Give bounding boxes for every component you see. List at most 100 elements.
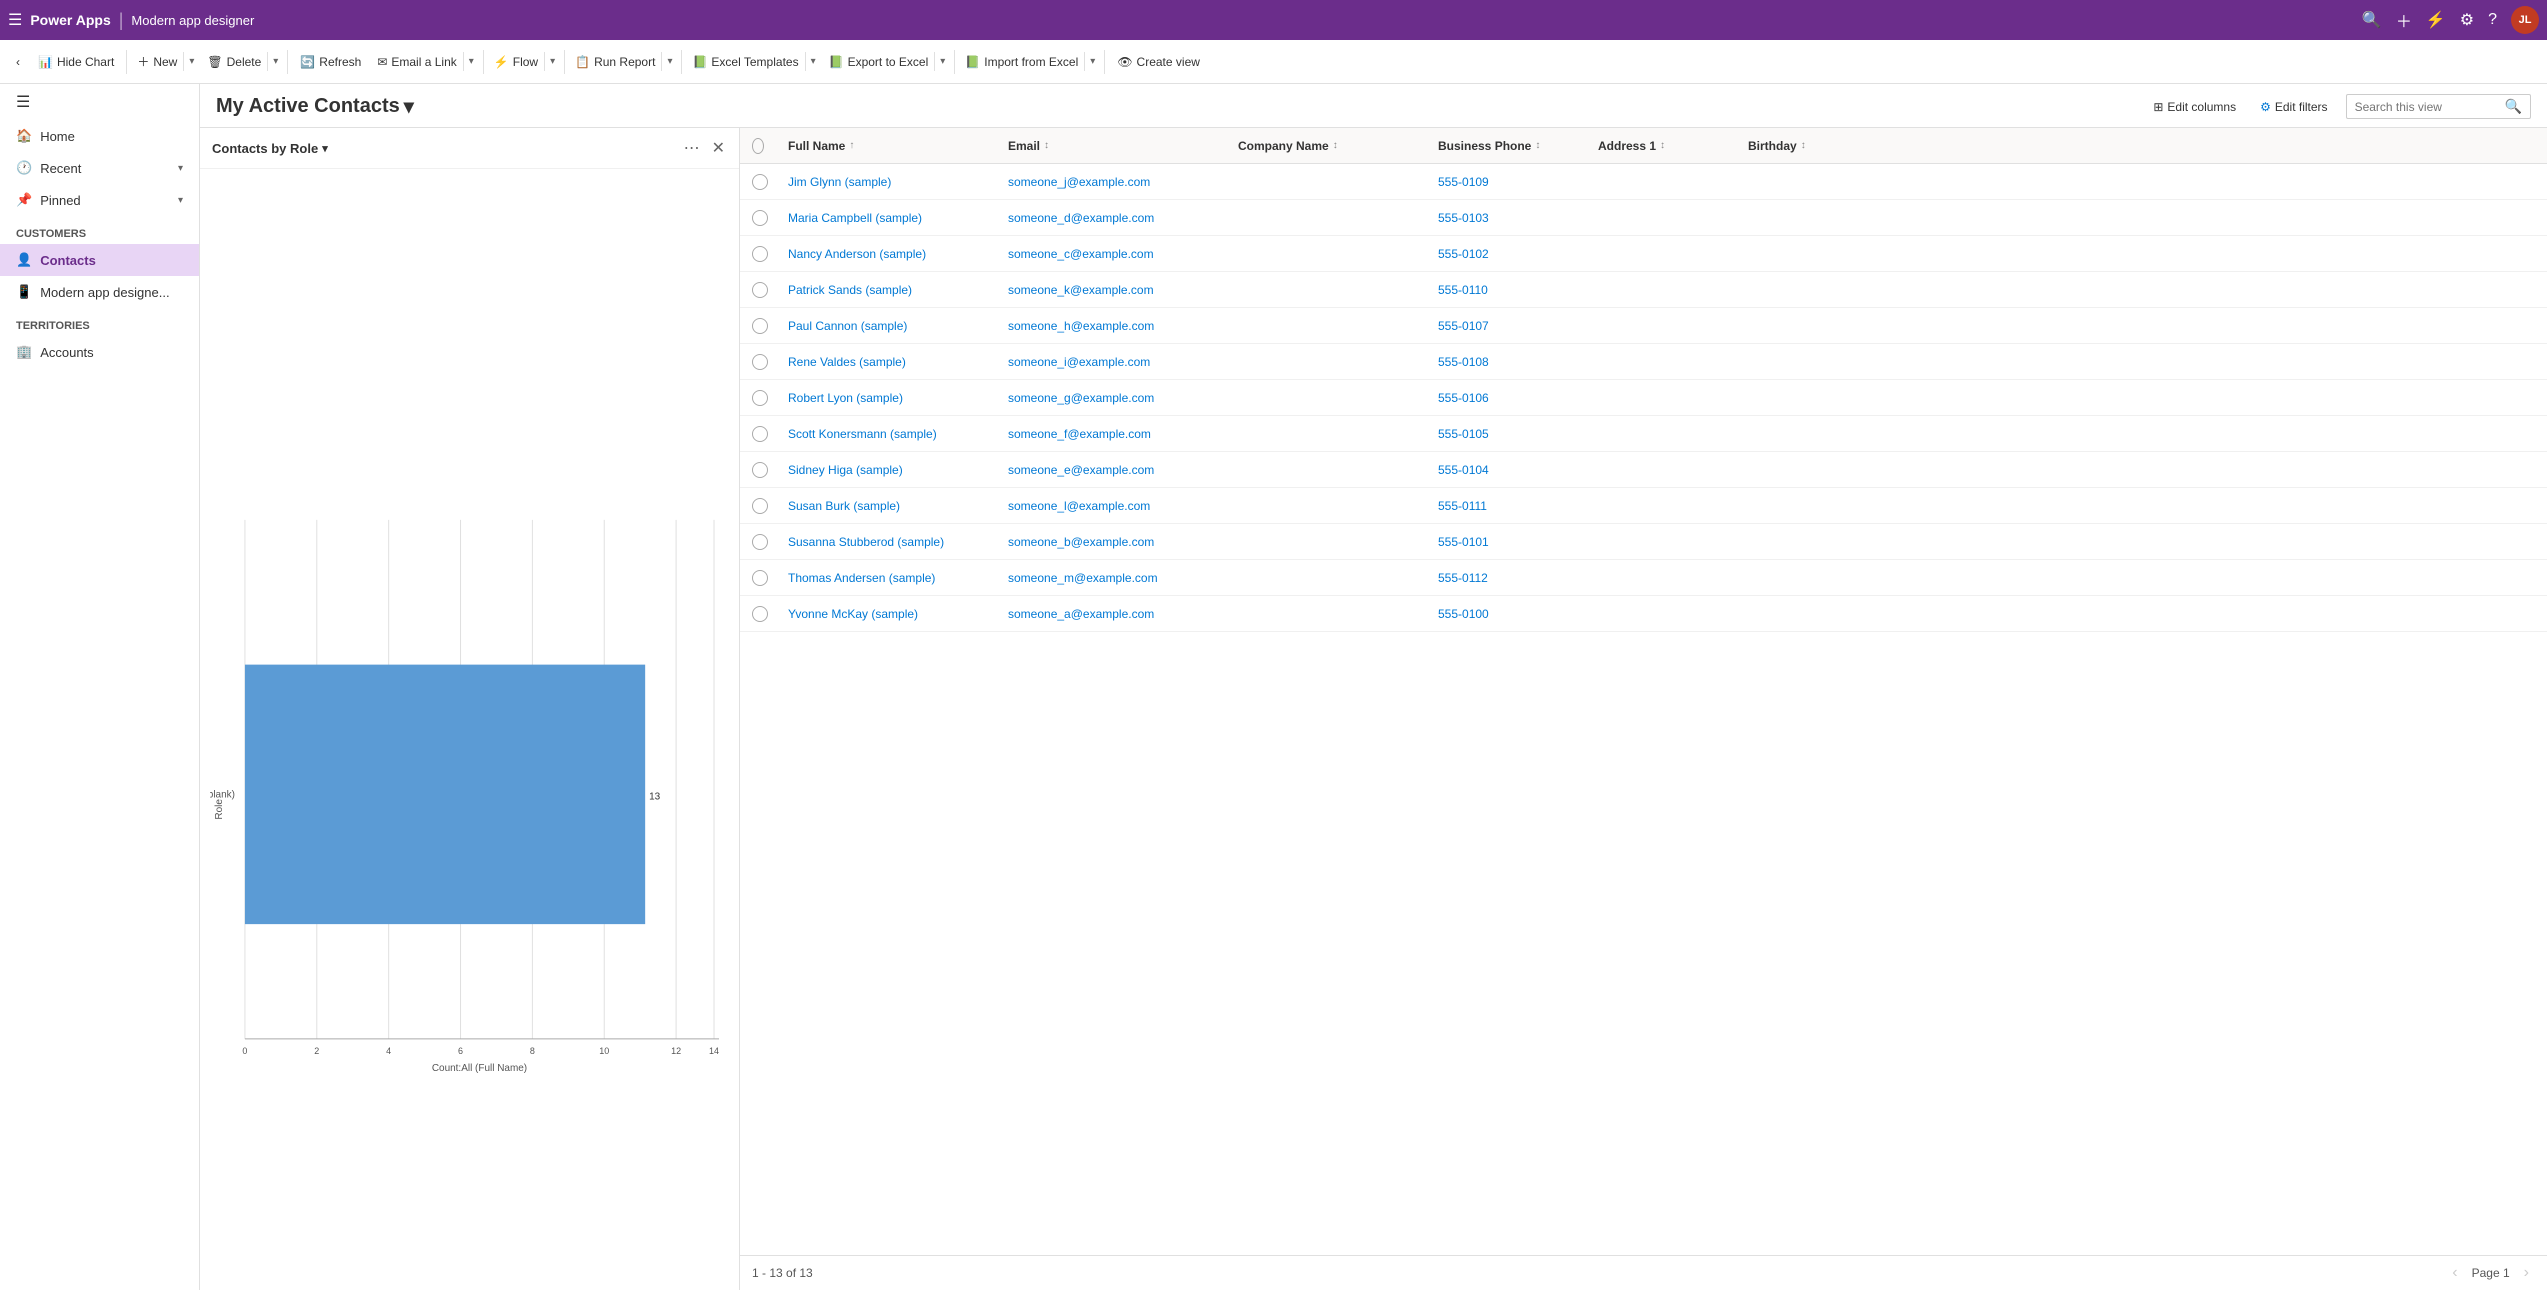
- row-checkbox-0[interactable]: [740, 166, 776, 198]
- sidebar-item-contacts[interactable]: 👤 Contacts: [0, 244, 199, 276]
- row-circle-1[interactable]: [752, 210, 768, 226]
- row-circle-10[interactable]: [752, 534, 768, 550]
- cell-email-2[interactable]: someone_c@example.com: [996, 239, 1226, 269]
- excel-templates-button-group[interactable]: 📗 Excel Templates ▾: [686, 51, 820, 73]
- sidebar-item-modern-app[interactable]: 📱 Modern app designe...: [0, 276, 199, 308]
- hamburger-menu[interactable]: ☰: [8, 10, 22, 30]
- create-view-button[interactable]: 👁 Create view: [1109, 51, 1208, 73]
- row-circle-8[interactable]: [752, 462, 768, 478]
- cell-phone-6[interactable]: 555-0106: [1426, 383, 1586, 413]
- cell-phone-3[interactable]: 555-0110: [1426, 275, 1586, 305]
- cell-phone-0[interactable]: 555-0109: [1426, 167, 1586, 197]
- import-excel-button[interactable]: 📗 Import from Excel: [959, 51, 1084, 73]
- row-circle-12[interactable]: [752, 606, 768, 622]
- search-view-input[interactable]: [2355, 100, 2505, 114]
- delete-dropdown[interactable]: ▾: [267, 52, 283, 71]
- chart-close-button[interactable]: ✕: [710, 136, 727, 160]
- row-circle-2[interactable]: [752, 246, 768, 262]
- run-report-button[interactable]: 📋 Run Report: [569, 51, 661, 73]
- header-circle[interactable]: [752, 138, 764, 154]
- cell-email-5[interactable]: someone_i@example.com: [996, 347, 1226, 377]
- run-report-button-group[interactable]: 📋 Run Report ▾: [569, 51, 677, 73]
- cell-phone-10[interactable]: 555-0101: [1426, 527, 1586, 557]
- cell-full-name-1[interactable]: Maria Campbell (sample): [776, 203, 996, 233]
- header-address[interactable]: Address 1 ↕: [1586, 131, 1736, 161]
- help-icon[interactable]: ?: [2488, 11, 2497, 29]
- row-checkbox-12[interactable]: [740, 598, 776, 630]
- row-circle-11[interactable]: [752, 570, 768, 586]
- cell-phone-5[interactable]: 555-0108: [1426, 347, 1586, 377]
- new-button[interactable]: ＋ New: [131, 49, 183, 74]
- next-page-button[interactable]: ›: [2518, 1262, 2535, 1284]
- row-checkbox-4[interactable]: [740, 310, 776, 342]
- flow-button[interactable]: ⚡ Flow: [488, 51, 544, 73]
- row-checkbox-8[interactable]: [740, 454, 776, 486]
- email-link-button[interactable]: ✉ Email a Link: [371, 51, 462, 73]
- header-company[interactable]: Company Name ↕: [1226, 131, 1426, 161]
- cell-full-name-12[interactable]: Yvonne McKay (sample): [776, 599, 996, 629]
- cell-phone-8[interactable]: 555-0104: [1426, 455, 1586, 485]
- row-circle-9[interactable]: [752, 498, 768, 514]
- export-excel-dropdown[interactable]: ▾: [934, 52, 950, 71]
- cell-phone-11[interactable]: 555-0112: [1426, 563, 1586, 593]
- run-report-dropdown[interactable]: ▾: [661, 52, 677, 71]
- excel-templates-button[interactable]: 📗 Excel Templates: [686, 51, 804, 73]
- cell-full-name-4[interactable]: Paul Cannon (sample): [776, 311, 996, 341]
- cell-email-6[interactable]: someone_g@example.com: [996, 383, 1226, 413]
- search-view-box[interactable]: 🔍: [2346, 94, 2531, 119]
- cell-full-name-8[interactable]: Sidney Higa (sample): [776, 455, 996, 485]
- refresh-button[interactable]: 🔄 Refresh: [292, 51, 369, 73]
- edit-filters-button[interactable]: ⚙ Edit filters: [2254, 96, 2333, 118]
- settings-icon[interactable]: ⚙: [2460, 10, 2474, 30]
- cell-email-10[interactable]: someone_b@example.com: [996, 527, 1226, 557]
- sidebar-item-pinned[interactable]: 📌 Pinned ▾: [0, 184, 199, 216]
- cell-email-1[interactable]: someone_d@example.com: [996, 203, 1226, 233]
- cell-email-4[interactable]: someone_h@example.com: [996, 311, 1226, 341]
- cell-full-name-9[interactable]: Susan Burk (sample): [776, 491, 996, 521]
- row-circle-3[interactable]: [752, 282, 768, 298]
- cell-email-8[interactable]: someone_e@example.com: [996, 455, 1226, 485]
- cell-email-9[interactable]: someone_l@example.com: [996, 491, 1226, 521]
- export-excel-button[interactable]: 📗 Export to Excel: [823, 51, 935, 73]
- sidebar-item-home[interactable]: 🏠 Home: [0, 120, 199, 152]
- row-circle-7[interactable]: [752, 426, 768, 442]
- row-checkbox-7[interactable]: [740, 418, 776, 450]
- chart-more-options[interactable]: ⋯: [682, 136, 702, 160]
- cell-full-name-11[interactable]: Thomas Andersen (sample): [776, 563, 996, 593]
- cell-email-11[interactable]: someone_m@example.com: [996, 563, 1226, 593]
- cell-phone-12[interactable]: 555-0100: [1426, 599, 1586, 629]
- row-checkbox-10[interactable]: [740, 526, 776, 558]
- filter-nav-icon[interactable]: ⚡: [2426, 10, 2446, 30]
- header-full-name[interactable]: Full Name ↑: [776, 131, 996, 161]
- flow-dropdown[interactable]: ▾: [544, 52, 560, 71]
- email-link-dropdown[interactable]: ▾: [463, 52, 479, 71]
- import-excel-button-group[interactable]: 📗 Import from Excel ▾: [959, 51, 1100, 73]
- cell-full-name-2[interactable]: Nancy Anderson (sample): [776, 239, 996, 269]
- sidebar-item-recent[interactable]: 🕐 Recent ▾: [0, 152, 199, 184]
- cell-phone-1[interactable]: 555-0103: [1426, 203, 1586, 233]
- cell-phone-2[interactable]: 555-0102: [1426, 239, 1586, 269]
- row-checkbox-9[interactable]: [740, 490, 776, 522]
- view-title-chevron[interactable]: ▾: [404, 94, 414, 119]
- cell-email-0[interactable]: someone_j@example.com: [996, 167, 1226, 197]
- row-checkbox-2[interactable]: [740, 238, 776, 270]
- row-checkbox-5[interactable]: [740, 346, 776, 378]
- cell-full-name-10[interactable]: Susanna Stubberod (sample): [776, 527, 996, 557]
- new-dropdown[interactable]: ▾: [183, 52, 199, 71]
- flow-button-group[interactable]: ⚡ Flow ▾: [488, 51, 560, 73]
- excel-templates-dropdown[interactable]: ▾: [805, 52, 821, 71]
- chart-title-button[interactable]: Contacts by Role ▾: [212, 141, 328, 156]
- row-checkbox-11[interactable]: [740, 562, 776, 594]
- hide-chart-button[interactable]: 📊 Hide Chart: [30, 51, 122, 73]
- export-excel-button-group[interactable]: 📗 Export to Excel ▾: [823, 51, 951, 73]
- row-circle-4[interactable]: [752, 318, 768, 334]
- header-email[interactable]: Email ↕: [996, 131, 1226, 161]
- cell-full-name-6[interactable]: Robert Lyon (sample): [776, 383, 996, 413]
- back-button[interactable]: ‹: [8, 51, 28, 73]
- row-circle-0[interactable]: [752, 174, 768, 190]
- sidebar-hamburger[interactable]: ☰: [0, 84, 46, 120]
- row-circle-6[interactable]: [752, 390, 768, 406]
- new-button-group[interactable]: ＋ New ▾: [131, 49, 199, 74]
- row-checkbox-6[interactable]: [740, 382, 776, 414]
- cell-full-name-3[interactable]: Patrick Sands (sample): [776, 275, 996, 305]
